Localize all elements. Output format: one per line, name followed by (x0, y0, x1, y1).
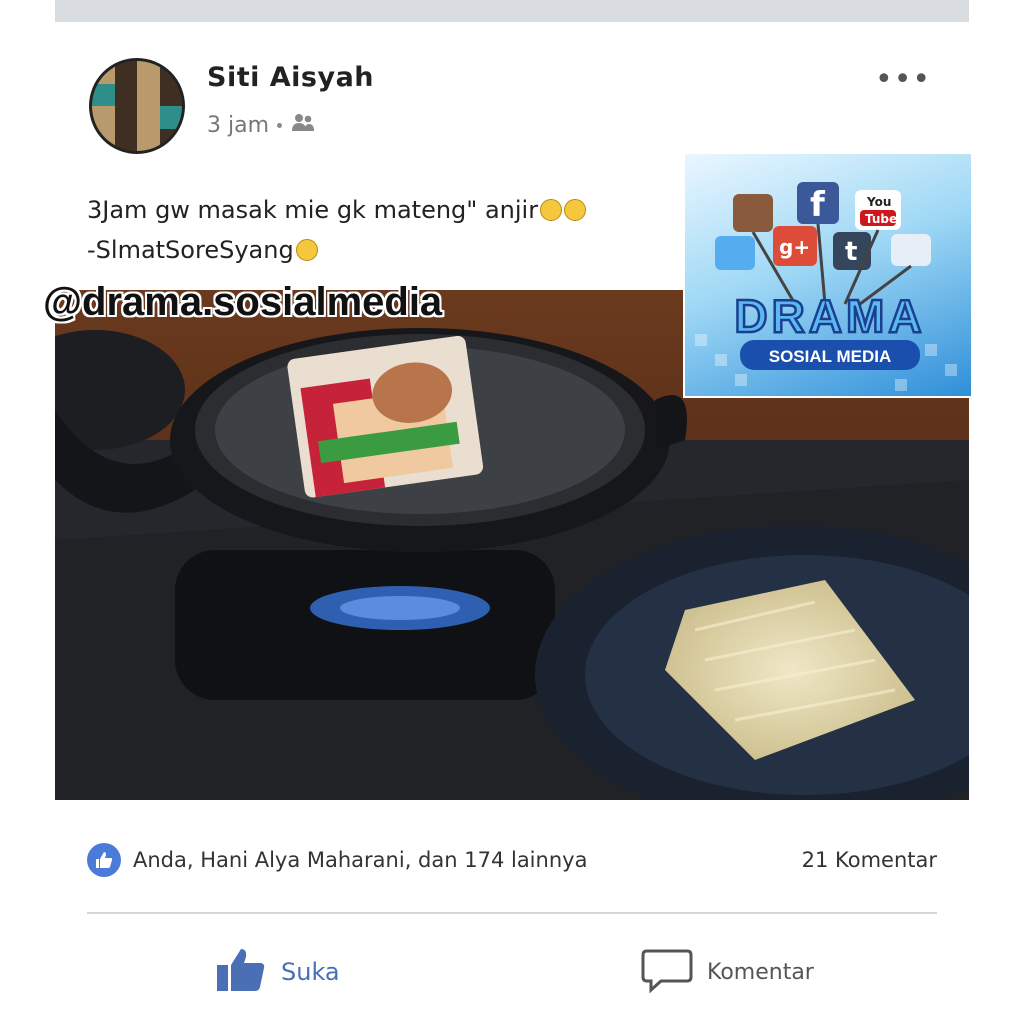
author-name[interactable]: Siti Aisyah (207, 62, 374, 93)
laughing-emoji-icon (564, 199, 587, 221)
post-time[interactable]: 3 jam (207, 113, 269, 138)
like-label: Suka (281, 958, 340, 986)
avatar[interactable] (89, 58, 185, 154)
caption-line-1: 3Jam gw masak mie gk mateng" anjir (87, 190, 587, 230)
logo-title: DRAMA (734, 290, 925, 342)
logo-subtitle: SOSIAL MEDIA (769, 347, 891, 366)
post-meta: 3 jam (207, 112, 316, 138)
like-button[interactable]: Suka (215, 947, 340, 997)
like-reaction-icon (87, 843, 121, 877)
divider (87, 912, 937, 914)
comment-bubble-icon (641, 947, 693, 997)
watermark-text: @drama.sosialmedia (43, 280, 443, 324)
likes-summary[interactable]: Anda, Hani Alya Maharani, dan 174 lainny… (133, 848, 587, 872)
reactions-bar: Anda, Hani Alya Maharani, dan 174 lainny… (87, 840, 937, 880)
facebook-post: Siti Aisyah 3 jam ••• 3Jam gw masak mie … (43, 22, 973, 1024)
laughing-emoji-icon (540, 199, 563, 221)
winking-emoji-icon (295, 239, 318, 261)
separator-dot (277, 122, 283, 128)
svg-text:t: t (845, 237, 857, 267)
svg-text:Tube: Tube (865, 212, 897, 226)
top-strip (55, 0, 969, 22)
svg-text:You: You (866, 195, 891, 209)
friends-privacy-icon (290, 112, 316, 138)
drama-sosial-media-logo: f You Tube g+ t DRAMA SOSIAL MEDIA (683, 152, 973, 398)
caption-line-2: -SlmatSoreSyang (87, 230, 586, 270)
comment-button[interactable]: Komentar (641, 947, 814, 997)
post-caption: 3Jam gw masak mie gk mateng" anjir -Slma… (87, 190, 587, 270)
thumbs-up-icon (215, 947, 267, 997)
svg-text:f: f (810, 185, 826, 225)
comments-count[interactable]: 21 Komentar (802, 848, 937, 872)
more-options-button[interactable]: ••• (875, 62, 931, 97)
svg-text:g+: g+ (779, 235, 810, 259)
comment-label: Komentar (707, 959, 814, 985)
instagram-icon (733, 194, 773, 232)
